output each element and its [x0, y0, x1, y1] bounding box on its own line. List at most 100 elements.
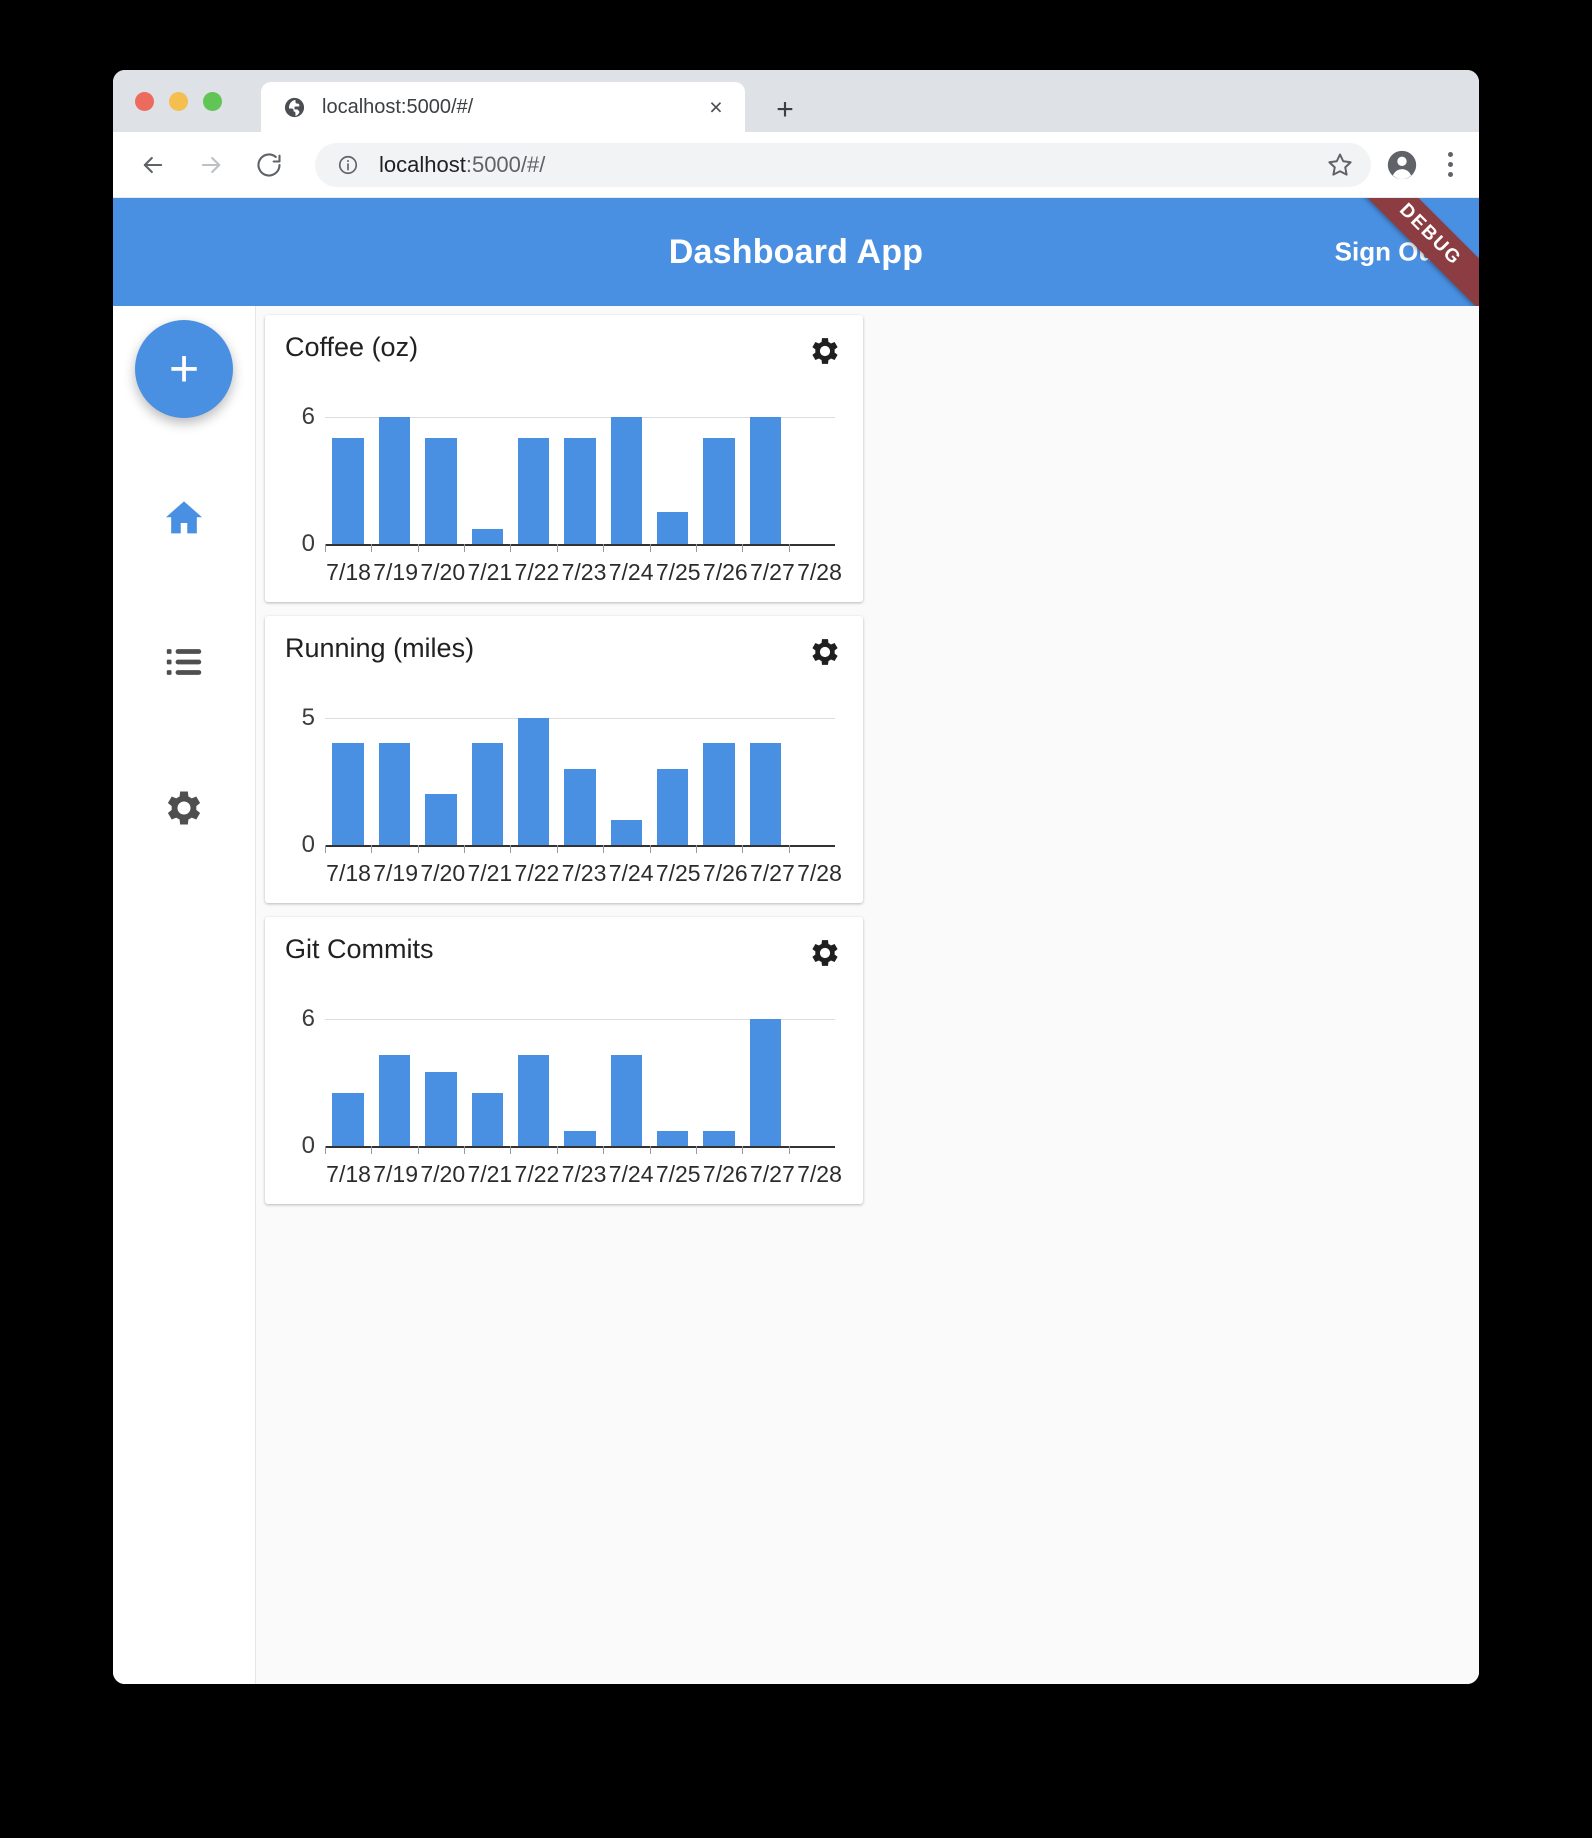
bar: [749, 743, 782, 845]
x-axis-tick: [603, 845, 605, 853]
window-traffic-lights: [135, 92, 222, 111]
y-axis-tick-min: 0: [301, 1132, 315, 1159]
kebab-menu-icon[interactable]: [1435, 143, 1465, 187]
new-tab-button[interactable]: +: [767, 92, 803, 128]
x-axis-label: 7/18: [326, 1161, 371, 1187]
bar: [610, 1054, 643, 1146]
x-axis-tick: [417, 845, 419, 853]
x-axis-tick: [603, 544, 605, 552]
x-axis-tick: [325, 1146, 326, 1154]
bar: [332, 743, 364, 845]
address-bar[interactable]: localhost:5000/#/: [315, 142, 1371, 187]
bar: [378, 743, 411, 845]
bar-chart: 5 0 7/18 7/19 7/20 7/21 7/22 7/23 7/24 7/25 7/26…: [285, 690, 843, 893]
back-icon[interactable]: [131, 143, 175, 187]
x-axis-label: 7/28: [797, 860, 842, 886]
bar-slot: [371, 1019, 417, 1154]
x-axis-label: 7/19: [373, 559, 419, 585]
bar-slot: [788, 718, 835, 853]
x-axis-label: 7/23: [561, 860, 607, 886]
bar-slot: [556, 718, 603, 853]
x-axis-label: 7/25: [655, 1161, 701, 1187]
bar: [749, 1019, 782, 1146]
bar-slot: [371, 417, 417, 552]
x-axis-tick: [649, 544, 651, 552]
x-axis-label: 7/21: [467, 860, 513, 886]
x-axis-labels: 7/18 7/19 7/20 7/21 7/22 7/23 7/24 7/25 7/26 7/27…: [325, 862, 843, 885]
bar-slot: [788, 1019, 835, 1154]
bar: [656, 768, 689, 845]
widget-card[interactable]: Git Commits 6 0 7/18 7/19 7/20 7/21 7/22…: [265, 917, 863, 1204]
bar: [564, 1131, 596, 1146]
x-axis-label: 7/27: [750, 860, 795, 886]
x-axis-label: 7/26: [702, 1161, 748, 1187]
bar-slot: [325, 1019, 371, 1154]
bar-slot: [603, 718, 649, 853]
close-icon[interactable]: ×: [701, 92, 731, 122]
sidebar-item-settings[interactable]: [154, 780, 214, 840]
app-viewport: Dashboard App Sign Out DEBUG + Coffee (o…: [113, 198, 1479, 1684]
x-axis-label: 7/22: [514, 860, 560, 886]
minimize-window-button[interactable]: [169, 92, 188, 111]
x-axis-tick: [325, 544, 326, 552]
y-axis-tick-max: 6: [301, 403, 315, 430]
gear-icon[interactable]: [807, 935, 843, 971]
forward-icon[interactable]: [189, 143, 233, 187]
x-axis-tick: [742, 845, 744, 853]
x-axis-label: 7/20: [420, 1161, 466, 1187]
bar-slot: [649, 1019, 696, 1154]
reload-icon[interactable]: [247, 143, 291, 187]
x-axis-label: 7/21: [467, 1161, 513, 1187]
widget-card[interactable]: Coffee (oz) 6 0 7/18 7/19 7/20 7/21 7/22…: [265, 315, 863, 602]
x-axis-tick: [464, 845, 466, 853]
x-axis-tick: [417, 1146, 419, 1154]
bar: [332, 1093, 364, 1146]
card-header: Running (miles): [285, 633, 843, 686]
card-header: Git Commits: [285, 934, 843, 987]
gear-icon[interactable]: [807, 333, 843, 369]
x-axis-tick: [603, 1146, 605, 1154]
x-axis-tick: [464, 544, 466, 552]
bar: [564, 438, 596, 544]
x-axis-tick: [417, 544, 419, 552]
x-axis-tick: [510, 845, 512, 853]
bar-chart: 6 0 7/18 7/19 7/20 7/21 7/22 7/23 7/24 7/25 7/26…: [285, 389, 843, 592]
tab-title: localhost:5000/#/: [322, 95, 474, 118]
x-axis-label: 7/26: [702, 559, 748, 585]
x-axis-label: 7/18: [326, 860, 371, 886]
bar-slot: [325, 718, 371, 853]
x-axis-labels: 7/18 7/19 7/20 7/21 7/22 7/23 7/24 7/25 7/26 7/27…: [325, 1163, 843, 1186]
browser-tab[interactable]: localhost:5000/#/ ×: [261, 82, 745, 132]
avatar-icon[interactable]: [1385, 148, 1419, 182]
card-title: Git Commits: [285, 934, 434, 964]
sidebar-item-home[interactable]: [154, 490, 214, 550]
x-axis-label: 7/18: [326, 559, 371, 585]
bar-slot: [464, 718, 510, 853]
x-axis-tick: [556, 1146, 558, 1154]
x-axis-tick: [695, 544, 697, 552]
star-icon[interactable]: [1325, 150, 1355, 180]
bar: [656, 512, 689, 544]
bar-series: [325, 417, 835, 552]
bar: [425, 1071, 457, 1146]
x-axis-labels: 7/18 7/19 7/20 7/21 7/22 7/23 7/24 7/25 7/26 7/27…: [325, 561, 843, 584]
widget-card[interactable]: Running (miles) 5 0 7/18 7/19 7/20 7/21 …: [265, 616, 863, 903]
bar-slot: [742, 718, 788, 853]
bar-slot: [417, 718, 464, 853]
bar-slot: [649, 718, 696, 853]
x-axis-tick: [371, 845, 373, 853]
x-axis-label: 7/22: [514, 1161, 560, 1187]
maximize-window-button[interactable]: [203, 92, 222, 111]
card-title: Coffee (oz): [285, 332, 419, 362]
sidebar-item-list[interactable]: [154, 634, 214, 694]
x-axis-tick: [325, 845, 326, 853]
site-info-icon[interactable]: [337, 154, 359, 176]
bar: [471, 529, 504, 544]
x-axis-label: 7/28: [797, 559, 842, 585]
close-window-button[interactable]: [135, 92, 154, 111]
add-widget-button[interactable]: +: [135, 320, 233, 418]
bar: [471, 743, 504, 845]
gear-icon[interactable]: [807, 634, 843, 670]
x-axis-tick: [742, 544, 744, 552]
x-axis-tick: [695, 1146, 697, 1154]
